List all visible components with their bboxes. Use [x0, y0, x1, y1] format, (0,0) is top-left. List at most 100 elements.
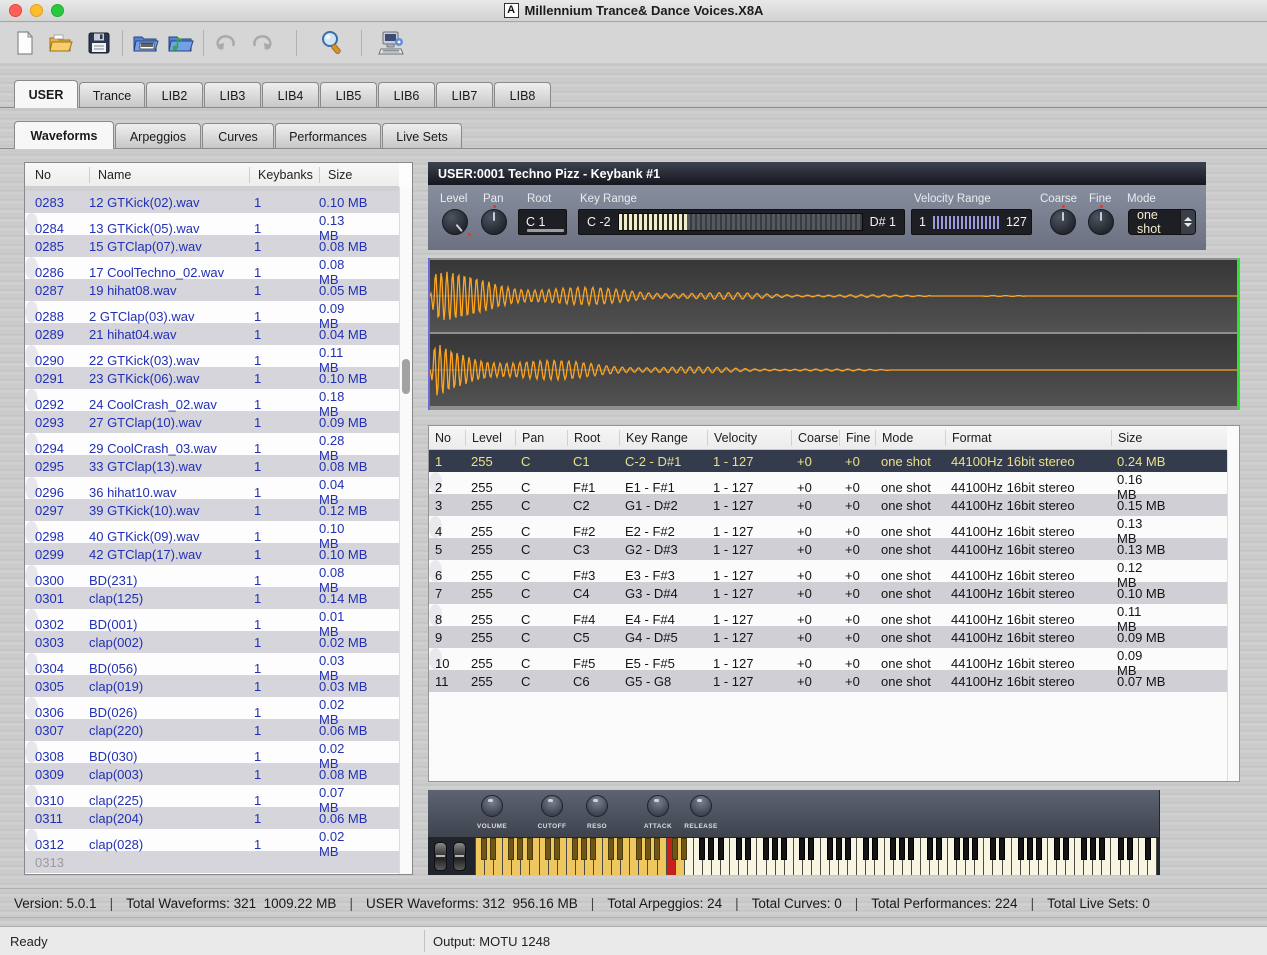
piano-key-black[interactable] [999, 838, 1005, 860]
keybank-table-header[interactable]: NoLevelPanRootKey RangeVelocityCoarseFin… [429, 426, 1227, 450]
piano-key-black[interactable] [681, 838, 687, 860]
save-button[interactable] [84, 28, 114, 58]
waveform-row[interactable]: 0308BD(030)10.02 MB [25, 741, 38, 763]
waveform-row[interactable]: 028312 GTKick(02).wav10.10 MB [25, 191, 399, 213]
column-header[interactable]: Format [945, 430, 1111, 446]
piano-key-black[interactable] [745, 838, 751, 860]
mode-stepper[interactable] [1180, 210, 1195, 234]
column-header[interactable]: Key Range [619, 430, 707, 446]
piano-key-black[interactable] [617, 838, 623, 860]
tab-live-sets[interactable]: Live Sets [382, 123, 462, 149]
piano-key-black[interactable] [1027, 838, 1033, 860]
column-header[interactable]: Pan [515, 430, 567, 446]
waveform-display[interactable] [428, 258, 1240, 410]
keybank-row[interactable]: 4255CF#2E2 - F#21 - 127+0+0one shot44100… [429, 516, 442, 538]
attack-knob[interactable] [647, 795, 669, 817]
column-header[interactable]: Keybanks [249, 167, 319, 183]
mode-select[interactable]: one shot [1128, 209, 1196, 235]
waveform-row[interactable]: 0303clap(002)10.02 MB [25, 631, 399, 653]
key-range-field[interactable]: C -2 D# 1 [578, 209, 905, 235]
volume-knob[interactable] [481, 795, 503, 817]
piano-key-black[interactable] [608, 838, 614, 860]
column-header[interactable]: No [35, 167, 89, 183]
waveform-row[interactable]: 0306BD(026)10.02 MB [25, 697, 38, 719]
waveform-row[interactable]: 029327 GTClap(10).wav10.09 MB [25, 411, 399, 433]
import-waveforms-button[interactable] [131, 28, 161, 58]
piano-key-black[interactable] [972, 838, 978, 860]
mod-wheel[interactable] [453, 842, 466, 871]
piano-key-black[interactable] [654, 838, 660, 860]
piano-key-black[interactable] [1127, 838, 1133, 860]
root-field[interactable]: C 1 [518, 209, 567, 235]
column-header[interactable]: Size [319, 167, 399, 183]
piano-key-black[interactable] [1018, 838, 1024, 860]
waveform-row[interactable]: 0307clap(220)10.06 MB [25, 719, 399, 741]
waveform-row[interactable]: 028413 GTKick(05).wav10.13 MB [25, 213, 38, 235]
piano-key-black[interactable] [718, 838, 724, 860]
waveform-row[interactable]: 028921 hihat04.wav10.04 MB [25, 323, 399, 345]
piano-key-black[interactable] [636, 838, 642, 860]
tab-lib6[interactable]: LIB6 [378, 82, 435, 108]
tab-lib7[interactable]: LIB7 [436, 82, 493, 108]
column-header[interactable]: Coarse [791, 430, 839, 446]
piano-key-black[interactable] [508, 838, 514, 860]
new-document-button[interactable] [10, 28, 40, 58]
piano-key-black[interactable] [672, 838, 678, 860]
waveform-row[interactable]: 029224 CoolCrash_02.wav10.18 MB [25, 389, 38, 411]
piano-key-black[interactable] [581, 838, 587, 860]
release-knob[interactable] [690, 795, 712, 817]
undo-button[interactable] [212, 28, 242, 58]
piano-key-black[interactable] [481, 838, 487, 860]
piano-key-black[interactable] [736, 838, 742, 860]
piano-key-black[interactable] [845, 838, 851, 860]
piano-key-black[interactable] [1054, 838, 1060, 860]
piano-key-black[interactable] [799, 838, 805, 860]
cutoff-knob[interactable] [541, 795, 563, 817]
piano-key-black[interactable] [517, 838, 523, 860]
piano-key-black[interactable] [827, 838, 833, 860]
waveform-row[interactable]: 0305clap(019)10.03 MB [25, 675, 399, 697]
reso-knob[interactable] [586, 795, 608, 817]
piano-key-black[interactable] [890, 838, 896, 860]
tab-waveforms[interactable]: Waveforms [14, 121, 114, 149]
transfer-to-hardware-button[interactable] [376, 28, 406, 58]
piano-key-black[interactable] [572, 838, 578, 860]
close-window-button[interactable] [9, 4, 22, 17]
keybank-row[interactable]: 1255CC1C-2 - D#11 - 127+0+0one shot44100… [429, 450, 1227, 472]
column-header[interactable]: Velocity [707, 430, 791, 446]
waveform-row[interactable]: 0310clap(225)10.07 MB [25, 785, 38, 807]
level-knob[interactable] [442, 209, 468, 235]
column-header[interactable]: Level [465, 430, 515, 446]
column-header[interactable]: Size [1111, 430, 1227, 446]
keybank-row[interactable]: 5255CC3G2 - D#31 - 127+0+0one shot44100H… [429, 538, 1227, 560]
tab-lib4[interactable]: LIB4 [262, 82, 319, 108]
minimize-window-button[interactable] [30, 4, 43, 17]
import-arpeggios-button[interactable] [165, 28, 195, 58]
tab-trance[interactable]: Trance [79, 82, 145, 108]
waveform-row[interactable]: 028515 GTClap(07).wav10.08 MB [25, 235, 399, 257]
piano-key-black[interactable] [554, 838, 560, 860]
tab-arpeggios[interactable]: Arpeggios [115, 123, 201, 149]
tab-lib8[interactable]: LIB8 [494, 82, 551, 108]
zoom-window-button[interactable] [51, 4, 64, 17]
piano-key-black[interactable] [872, 838, 878, 860]
column-header[interactable]: No [435, 430, 465, 446]
piano-key-black[interactable] [1118, 838, 1124, 860]
piano-key-black[interactable] [899, 838, 905, 860]
keybank-row[interactable]: 2255CF#1E1 - F#11 - 127+0+0one shot44100… [429, 472, 442, 494]
waveform-row[interactable]: 0301clap(125)10.14 MB [25, 587, 399, 609]
tab-lib5[interactable]: LIB5 [320, 82, 377, 108]
keybank-row[interactable]: 11255CC6G5 - G81 - 127+0+0one shot44100H… [429, 670, 1227, 692]
keybank-row[interactable]: 6255CF#3E3 - F#31 - 127+0+0one shot44100… [429, 560, 442, 582]
waveform-row[interactable]: 0300BD(231)10.08 MB [25, 565, 38, 587]
piano-key-black[interactable] [936, 838, 942, 860]
waveform-row[interactable]: 028719 hihat08.wav10.05 MB [25, 279, 399, 301]
tab-user[interactable]: USER [14, 80, 78, 108]
column-header[interactable]: Root [567, 430, 619, 446]
waveform-row[interactable]: 029636 hihat10.wav10.04 MB [25, 477, 38, 499]
waveform-row[interactable]: 029022 GTKick(03).wav10.11 MB [25, 345, 38, 367]
piano-key-black[interactable] [1145, 838, 1151, 860]
piano-key-black[interactable] [1099, 838, 1105, 860]
tab-performances[interactable]: Performances [275, 123, 381, 149]
tab-lib2[interactable]: LIB2 [146, 82, 203, 108]
